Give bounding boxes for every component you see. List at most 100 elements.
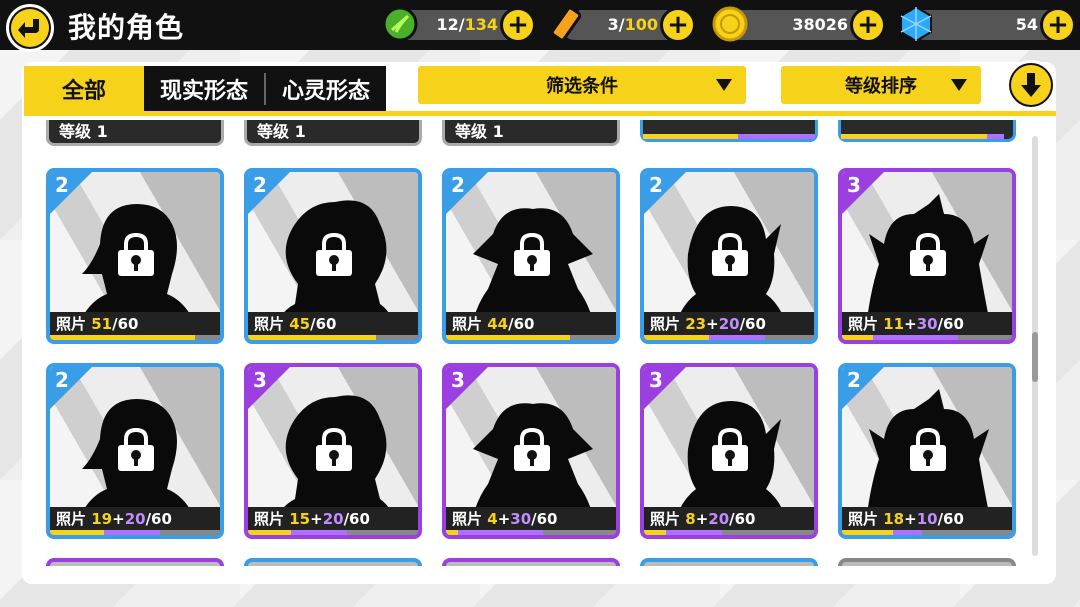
photo-label: 照片 (650, 510, 681, 528)
card-rank: 2 (55, 173, 69, 197)
lock-icon (514, 427, 550, 471)
photo-label: 照片 (452, 510, 483, 528)
photo-owned: 51 (91, 315, 113, 333)
card-level: 等级 1 (455, 122, 504, 141)
character-card[interactable]: 2 照片 51/60 (46, 168, 224, 344)
photo-progress-bar (644, 335, 814, 340)
lock-icon (514, 232, 550, 276)
photo-progress-bar (50, 530, 220, 535)
photo-label: 照片 (254, 510, 285, 528)
filter-dropdown[interactable]: 筛选条件 (418, 66, 746, 104)
partial-card[interactable] (838, 120, 1016, 142)
photo-label: 照片 (848, 510, 879, 528)
partial-card[interactable] (640, 120, 818, 142)
photo-label: 照片 (452, 315, 483, 333)
partial-card[interactable] (46, 558, 224, 566)
card-rank: 3 (253, 368, 267, 392)
photo-owned: 18 (883, 510, 905, 528)
photo-progress-bar (248, 335, 418, 340)
tab-reality-form[interactable]: 现实形态 (144, 66, 264, 112)
card-rank: 2 (253, 173, 267, 197)
lock-icon (316, 427, 352, 471)
sort-order-button[interactable] (1006, 60, 1056, 110)
partial-card[interactable]: 等级 1 (46, 120, 224, 146)
tab-mind-form[interactable]: 心灵形态 (266, 66, 386, 112)
character-card[interactable]: 2 照片 44/60 (442, 168, 620, 344)
lock-icon (118, 232, 154, 276)
character-card[interactable]: 3 照片 11+30/60 (838, 168, 1016, 344)
photo-total: /60 (310, 315, 337, 333)
photo-progress-bar (842, 335, 1012, 340)
add-battery-button[interactable]: + (660, 7, 696, 43)
character-card[interactable]: 3 照片 8+20/60 (640, 363, 818, 539)
lock-icon (712, 427, 748, 471)
photo-label: 照片 (56, 510, 87, 528)
lock-icon (712, 232, 748, 276)
character-card[interactable]: 2 照片 45/60 (244, 168, 422, 344)
photo-total: /60 (145, 510, 172, 528)
sort-label: 等级排序 (845, 76, 917, 97)
character-card[interactable]: 2 照片 18+10/60 (838, 363, 1016, 539)
photo-bonus: +20 (310, 510, 344, 528)
card-rank: 2 (847, 368, 861, 392)
tab-underline (24, 111, 1056, 116)
resource-battery: 3/100 + (550, 6, 696, 43)
gems-value: 54 (1015, 15, 1038, 34)
scrollbar-thumb[interactable] (1032, 332, 1038, 382)
card-photo-count: 照片 23+20/60 (650, 313, 766, 334)
partial-card[interactable]: 等级 1 (244, 120, 422, 146)
card-level: 等级 1 (257, 122, 306, 141)
lock-icon (118, 427, 154, 471)
photo-owned: 11 (883, 315, 905, 333)
lock-icon (910, 427, 946, 471)
add-coins-button[interactable]: + (850, 7, 886, 43)
character-card[interactable]: 3 照片 4+30/60 (442, 363, 620, 539)
photo-total: /60 (937, 510, 964, 528)
photo-total: /60 (508, 315, 535, 333)
character-card[interactable]: 2 照片 19+20/60 (46, 363, 224, 539)
card-photo-count: 照片 4+30/60 (452, 508, 558, 529)
card-rank: 3 (451, 368, 465, 392)
card-photo-count: 照片 44/60 (452, 313, 534, 334)
photo-bonus: +10 (904, 510, 938, 528)
photo-bonus: +30 (497, 510, 532, 528)
photo-label: 照片 (650, 315, 681, 333)
card-photo-count: 照片 19+20/60 (56, 508, 172, 529)
photo-bonus: +30 (904, 315, 938, 333)
card-rank: 3 (649, 368, 663, 392)
character-card[interactable]: 2 照片 23+20/60 (640, 168, 818, 344)
card-photo-count: 照片 11+30/60 (848, 313, 964, 334)
photo-bonus: +20 (112, 510, 146, 528)
lock-icon (316, 232, 352, 276)
sort-dropdown[interactable]: 等级排序 (781, 66, 981, 104)
battery-max: 100 (624, 15, 658, 34)
photo-bonus: +20 (695, 510, 730, 528)
coins-value: 38026 (792, 15, 848, 34)
back-button[interactable] (6, 4, 54, 52)
photo-progress-bar (446, 530, 616, 535)
partial-card[interactable]: 等级 1 (442, 120, 620, 146)
back-arrow-icon (11, 9, 49, 47)
photo-label: 照片 (254, 315, 285, 333)
partial-card[interactable] (442, 558, 620, 566)
battery-icon (546, 4, 586, 44)
photo-bonus: +20 (706, 315, 740, 333)
partial-card[interactable] (244, 558, 422, 566)
filter-label: 筛选条件 (546, 76, 618, 97)
stamina-value: 12 (436, 15, 459, 34)
partial-card[interactable] (640, 558, 818, 566)
add-stamina-button[interactable]: + (500, 7, 536, 43)
photo-total: /60 (937, 315, 964, 333)
card-photo-count: 照片 18+10/60 (848, 508, 964, 529)
blue-gem-icon (896, 4, 936, 44)
character-card[interactable]: 3 照片 15+20/60 (244, 363, 422, 539)
tab-all[interactable]: 全部 (24, 66, 144, 112)
photo-owned: 45 (289, 315, 311, 333)
partial-card[interactable] (838, 558, 1016, 566)
add-gems-button[interactable]: + (1040, 7, 1076, 43)
resource-gems: 54 + (900, 5, 1076, 43)
stamina-max: 134 (464, 15, 498, 34)
caret-down-icon (951, 79, 967, 91)
photo-total: /60 (739, 315, 766, 333)
photo-total: /60 (343, 510, 370, 528)
